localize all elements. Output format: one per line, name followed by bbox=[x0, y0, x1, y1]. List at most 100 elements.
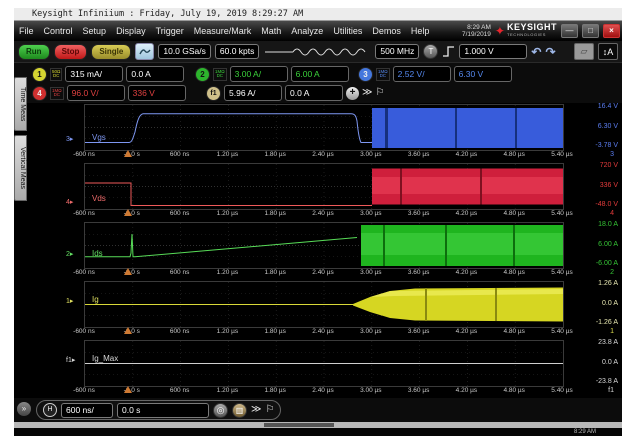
more-controls-icon[interactable]: ≫ bbox=[251, 403, 261, 417]
oscilloscope-window: Keysight Infiniium : Friday, July 19, 20… bbox=[14, 8, 622, 436]
function-f1-badge[interactable]: f1 bbox=[206, 86, 221, 101]
time-axis: -600 ns-0.0 s600 ns1.20 µs1.80 µs2.40 µs… bbox=[84, 150, 562, 162]
scale-bottom: -1.26 A bbox=[596, 319, 618, 326]
ig-plot[interactable]: Ig bbox=[84, 281, 564, 328]
time-tick-label: 4.80 µs bbox=[503, 269, 524, 276]
trigger-source-button[interactable]: T bbox=[423, 44, 438, 59]
channel-1-coupling: 50ΩDC bbox=[50, 68, 62, 81]
channel-1-badge[interactable]: 1 bbox=[32, 67, 47, 82]
channel-1-offset-field[interactable]: 0.0 A bbox=[126, 66, 184, 82]
trigger-marker-icon[interactable] bbox=[124, 327, 132, 334]
channel-3-badge[interactable]: 3 bbox=[358, 67, 373, 82]
function-f1-offset-field[interactable]: 0.0 A bbox=[285, 85, 343, 101]
time-tick-label: 2.40 µs bbox=[312, 210, 333, 217]
channel-4-offset-field[interactable]: 336 V bbox=[128, 85, 186, 101]
maximize-button[interactable]: □ bbox=[582, 24, 599, 38]
menu-item-utilities[interactable]: Utilities bbox=[328, 26, 367, 36]
bandwidth-response-icon bbox=[263, 45, 371, 59]
scale-mid: 6.30 V bbox=[598, 123, 618, 130]
scale-top: 1.26 A bbox=[598, 280, 618, 287]
expand-panel-icon[interactable]: » bbox=[17, 402, 31, 416]
pattern-icon[interactable]: ▥ bbox=[232, 403, 247, 418]
channel-4-badge[interactable]: 4 bbox=[32, 86, 47, 101]
scale-mid: 0.0 A bbox=[602, 300, 618, 307]
bandwidth-field[interactable]: 500 MHz bbox=[375, 44, 419, 59]
scroll-thumb[interactable] bbox=[264, 423, 334, 427]
channel-3-offset-field[interactable]: 6.30 V bbox=[454, 66, 512, 82]
menu-item-trigger[interactable]: Trigger bbox=[151, 26, 189, 36]
ground-marker-icon[interactable]: 3▸ bbox=[66, 135, 73, 143]
function-f1-scale-field[interactable]: 5.96 A/ bbox=[224, 85, 282, 101]
position-field[interactable]: 0.0 s bbox=[117, 403, 209, 418]
menu-item-help[interactable]: Help bbox=[406, 26, 435, 36]
trigger-marker-icon[interactable] bbox=[124, 268, 132, 275]
channel-1-group: 1 50ΩDC 315 mA/ 0.0 A bbox=[32, 66, 184, 82]
memory-depth-field[interactable]: 60.0 kpts bbox=[215, 44, 260, 59]
time-tick-label: 4.20 µs bbox=[456, 210, 477, 217]
taskbar: 8:29 AM bbox=[14, 428, 622, 436]
menu-item-file[interactable]: File bbox=[14, 26, 39, 36]
trace-label: Ids bbox=[92, 249, 103, 258]
time-tick-label: 5.40 µs bbox=[551, 210, 572, 217]
menu-item-math[interactable]: Math bbox=[256, 26, 286, 36]
menu-item-display[interactable]: Display bbox=[111, 26, 151, 36]
scale-mid: 336 V bbox=[600, 182, 618, 189]
menu-item-control[interactable]: Control bbox=[39, 26, 78, 36]
vds-plot[interactable]: Vds bbox=[84, 163, 564, 210]
time-tick-label: 1.80 µs bbox=[264, 328, 285, 335]
menu-item-demos[interactable]: Demos bbox=[367, 26, 406, 36]
single-button[interactable]: Single bbox=[91, 44, 131, 60]
stop-button[interactable]: Stop bbox=[54, 44, 88, 60]
marker-flag-icon[interactable]: ⚐ bbox=[265, 403, 274, 417]
tab-vertical-meas[interactable]: Vertical Meas bbox=[14, 135, 27, 201]
scale-labels: 16.4 V 6.30 V -3.78 V bbox=[564, 104, 622, 149]
channel-3-scale-field[interactable]: 2.52 V/ bbox=[393, 66, 451, 82]
time-tick-label: 1.80 µs bbox=[264, 269, 285, 276]
ground-marker-icon[interactable]: 1▸ bbox=[66, 297, 73, 305]
scale-top: 16.4 V bbox=[598, 103, 618, 110]
zoom-icon[interactable]: ◎ bbox=[213, 403, 228, 418]
channel-2-offset-field[interactable]: 6.00 A bbox=[291, 66, 349, 82]
more-controls-icon[interactable]: ≫ bbox=[362, 86, 372, 100]
ids-plot[interactable]: Ids bbox=[84, 222, 564, 269]
autoscale-icon[interactable]: ↕A bbox=[598, 43, 618, 60]
ground-marker-icon[interactable]: 4▸ bbox=[66, 198, 73, 206]
trigger-edge-icon[interactable] bbox=[442, 45, 455, 58]
marker-flag-icon[interactable]: ⚐ bbox=[375, 86, 384, 100]
ground-marker-icon[interactable]: 2▸ bbox=[66, 250, 73, 258]
menu-item-analyze[interactable]: Analyze bbox=[286, 26, 328, 36]
undo-icon[interactable]: ↶ bbox=[531, 46, 541, 58]
channel-4-scale-field[interactable]: 96.0 V/ bbox=[67, 85, 125, 101]
trigger-marker-icon[interactable] bbox=[124, 209, 132, 216]
channel-2-badge[interactable]: 2 bbox=[195, 67, 210, 82]
time-tick-label: 1.20 µs bbox=[217, 387, 238, 394]
trigger-level-field[interactable]: 1.000 V bbox=[459, 44, 527, 59]
trigger-marker-icon[interactable] bbox=[124, 386, 132, 393]
tab-time-meas[interactable]: Time Meas bbox=[14, 77, 27, 131]
vgs-plot[interactable]: Vgs bbox=[84, 104, 564, 151]
menu-item-measuremark[interactable]: Measure/Mark bbox=[189, 26, 257, 36]
minimize-button[interactable]: — bbox=[561, 24, 578, 38]
channel-1-scale-field[interactable]: 315 mA/ bbox=[65, 66, 123, 82]
horizontal-icon[interactable]: H bbox=[43, 403, 57, 417]
ground-marker-icon[interactable]: f1▸ bbox=[66, 356, 75, 364]
time-tick-label: 600 ns bbox=[170, 387, 190, 394]
scale-bottom: -23.8 A bbox=[596, 378, 618, 385]
time-tick-label: -600 ns bbox=[73, 151, 95, 158]
run-button[interactable]: Run bbox=[18, 44, 50, 60]
time-tick-label: 1.20 µs bbox=[217, 210, 238, 217]
add-channel-button[interactable]: + bbox=[346, 87, 359, 100]
display-mode-icon[interactable]: ▱ bbox=[574, 43, 594, 60]
menu-item-setup[interactable]: Setup bbox=[78, 26, 112, 36]
sample-rate-field[interactable]: 10.0 GSa/s bbox=[158, 44, 211, 59]
touch-icon[interactable] bbox=[135, 43, 154, 60]
ig-max-plot[interactable]: Ig_Max bbox=[84, 340, 564, 387]
channel-3-group: 3 1MΩDC 2.52 V/ 6.30 V bbox=[358, 66, 512, 82]
channel-2-scale-field[interactable]: 3.00 A/ bbox=[230, 66, 288, 82]
redo-icon[interactable]: ↷ bbox=[545, 46, 555, 58]
scale-labels: 23.8 A 0.0 A -23.8 A bbox=[564, 340, 622, 385]
trigger-marker-icon[interactable] bbox=[124, 150, 132, 157]
scale-mid: 0.0 A bbox=[602, 359, 618, 366]
timebase-field[interactable]: 600 ns/ bbox=[61, 403, 113, 418]
close-button[interactable]: × bbox=[603, 24, 620, 38]
